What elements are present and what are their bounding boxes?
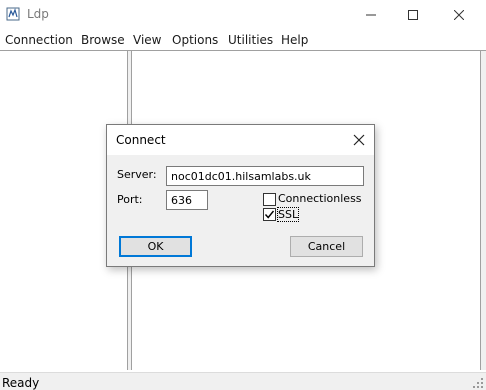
menu-browse[interactable]: Browse bbox=[81, 33, 125, 47]
close-icon bbox=[454, 10, 464, 20]
server-input[interactable]: noc01dc01.hilsamlabs.uk bbox=[166, 166, 364, 186]
menu-utilities[interactable]: Utilities bbox=[228, 33, 273, 47]
right-frame bbox=[480, 51, 486, 370]
window-title: Ldp bbox=[27, 7, 49, 21]
resize-grip-icon[interactable] bbox=[473, 378, 483, 388]
checkmark-icon bbox=[264, 210, 275, 219]
maximize-icon bbox=[408, 10, 418, 20]
status-text: Ready bbox=[2, 376, 40, 390]
dialog-titlebar: Connect bbox=[107, 125, 374, 155]
connect-dialog: Connect Server: noc01dc01.hilsamlabs.uk … bbox=[106, 124, 375, 267]
window-titlebar: Ldp bbox=[0, 0, 486, 30]
minimize-button[interactable] bbox=[348, 0, 394, 30]
port-label: Port: bbox=[117, 193, 143, 206]
server-label: Server: bbox=[117, 168, 157, 181]
connectionless-checkbox[interactable] bbox=[263, 193, 276, 206]
cancel-button[interactable]: Cancel bbox=[290, 236, 363, 257]
minimize-icon bbox=[366, 14, 376, 16]
dialog-title: Connect bbox=[116, 133, 166, 147]
ssl-checkbox[interactable] bbox=[263, 208, 276, 221]
ssl-label: SSL bbox=[276, 207, 300, 222]
menu-options[interactable]: Options bbox=[172, 33, 218, 47]
ldp-app-icon bbox=[6, 7, 20, 21]
menu-view[interactable]: View bbox=[133, 33, 161, 47]
menu-connection[interactable]: Connection bbox=[5, 33, 73, 47]
menu-help[interactable]: Help bbox=[281, 33, 308, 47]
status-bar: Ready bbox=[0, 372, 486, 390]
port-input[interactable]: 636 bbox=[166, 190, 208, 210]
maximize-button[interactable] bbox=[390, 0, 436, 30]
close-button[interactable] bbox=[436, 0, 482, 30]
menu-bar: Connection Browse View Options Utilities… bbox=[0, 30, 486, 50]
close-icon[interactable] bbox=[351, 132, 367, 148]
ok-button[interactable]: OK bbox=[119, 236, 192, 257]
connectionless-label: Connectionless bbox=[278, 192, 362, 205]
